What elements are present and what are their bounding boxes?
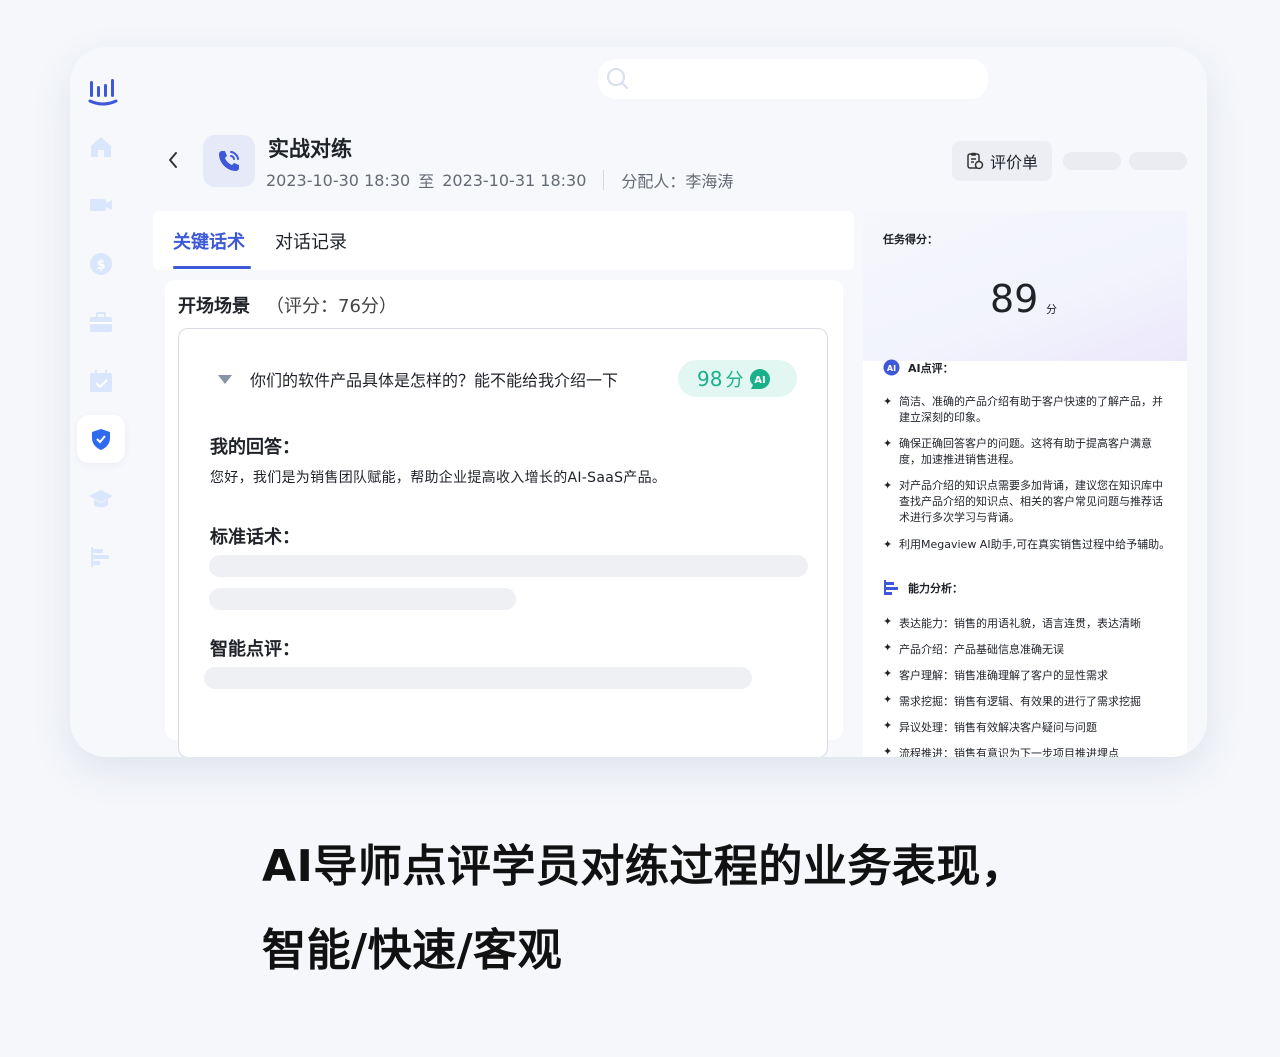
ai-bubble-icon: AI [750, 368, 771, 389]
tab-key-phrases[interactable]: 关键话术 [173, 228, 245, 254]
question-score: 98 [697, 366, 723, 391]
home-icon[interactable] [87, 133, 115, 161]
sidebar: $ [70, 47, 132, 757]
task-score-unit: 分 [1046, 303, 1057, 316]
phone-call-icon [203, 135, 255, 187]
scenario-section: 开场场景 （评分：76分） 你们的软件产品具体是怎样的？能不能给我介绍一下 98 … [165, 280, 843, 757]
caption-line-2: 智能/快速/客观 [262, 925, 563, 976]
smart-review-label: 智能点评： [210, 639, 300, 660]
ability-analysis-label: 能力分析： [908, 581, 963, 595]
briefcase-icon[interactable] [87, 308, 115, 336]
end-time: 2023-10-31 18:30 [442, 170, 587, 190]
ability-item: ✦ 客户理解：销售准确理解了客户的显性需求 [883, 667, 1108, 682]
logo-icon[interactable] [87, 75, 119, 107]
bar-chart-icon[interactable] [87, 543, 115, 571]
task-score: 89 [990, 277, 1039, 321]
ai-review-item: ✦ 简洁、准确的产品介绍有助于客户快速的了解产品，并建立深刻的印象。 [883, 395, 1163, 424]
ai-icon: AI [883, 359, 900, 376]
ai-review-item: ✦ 确保正确回答客户的问题。这将有助于提高客户满意度，加速推进销售进程。 [883, 437, 1152, 466]
active-tab-indicator [173, 266, 251, 269]
skeleton-line [204, 667, 752, 689]
divider [603, 170, 605, 190]
graduation-cap-icon[interactable] [87, 485, 115, 513]
scenario-score: （评分：76分） [266, 296, 397, 317]
svg-text:AI: AI [755, 375, 766, 386]
svg-text:$: $ [96, 258, 105, 273]
ability-item: ✦ 需求挖掘：销售有逻辑、有效果的进行了需求挖掘 [883, 693, 1141, 708]
question-score-badge: 98 分 AI [678, 360, 797, 397]
start-time: 2023-10-30 18:30 [266, 170, 411, 190]
scenario-name: 开场场景 [178, 296, 250, 317]
my-answer-label: 我的回答： [210, 437, 300, 458]
tab-dialogue-record[interactable]: 对话记录 [275, 228, 347, 254]
shield-check-icon[interactable] [77, 415, 125, 463]
dollar-icon[interactable]: $ [87, 250, 115, 278]
standard-phrase-label: 标准话术： [210, 527, 300, 548]
score-panel: 任务得分： 89 分 AI AI点评： ✦ 简洁、准确的产品介绍有助于客户快速的了… [863, 211, 1187, 757]
question-score-unit: 分 [725, 369, 744, 391]
video-icon[interactable] [87, 191, 115, 219]
scenario-title: 开场场景 （评分：76分） [178, 292, 397, 318]
caption-line-1: AI导师点评学员对练过程的业务表现， [262, 841, 1026, 892]
evaluation-sheet-button[interactable]: 评价单 [952, 141, 1052, 181]
skeleton-line [209, 555, 808, 577]
ability-item: ✦ 表达能力：销售的用语礼貌，语言连贯，表达清晰 [883, 615, 1141, 630]
task-meta: 2023-10-30 18:30 至 2023-10-31 18:30 分配人：… [266, 168, 733, 192]
time-separator: 至 [418, 172, 435, 191]
calendar-icon[interactable] [87, 367, 115, 395]
ai-review-header: AI AI点评： [883, 359, 954, 376]
search-icon [607, 68, 628, 89]
back-icon[interactable] [166, 150, 180, 170]
ability-item: ✦ 异议处理：销售有效解决客户疑问与问题 [883, 719, 1097, 734]
assignee: 分配人：李海涛 [621, 172, 734, 191]
question-card: 你们的软件产品具体是怎样的？能不能给我介绍一下 98 分 AI 我的回答： 您好… [178, 328, 828, 757]
ability-analysis-header: 能力分析： [883, 579, 963, 596]
placeholder-button[interactable] [1063, 152, 1121, 170]
placeholder-button[interactable] [1129, 152, 1187, 170]
my-answer-text: 您好，我们是为销售团队赋能，帮助企业提高收入增长的AI-SaaS产品。 [210, 470, 667, 486]
ability-item: ✦ 流程推进：销售有意识为下一步项目推进埋点 [883, 745, 1119, 757]
skeleton-line [209, 588, 516, 610]
score-header: 任务得分： 89 分 [863, 211, 1187, 361]
ai-review-item: ✦ 利用Megaview AI助手,可在真实销售过程中给予辅助。 [883, 538, 1171, 551]
ability-item: ✦ 产品介绍：产品基础信息准确无误 [883, 641, 1064, 656]
page-title: 实战对练 [268, 137, 352, 161]
search-input[interactable] [598, 59, 988, 99]
tab-bar: 关键话术 对话记录 [153, 211, 854, 270]
app-window: $ 实战对练 2023-10-30 18:30 至 2023-10-31 18:… [70, 47, 1207, 757]
evaluation-sheet-label: 评价单 [989, 153, 1038, 172]
task-score-label: 任务得分： [883, 233, 938, 246]
ai-review-label: AI点评： [908, 361, 954, 375]
svg-text:AI: AI [887, 364, 896, 373]
bar-chart-icon [884, 580, 898, 595]
clipboard-icon [967, 152, 984, 170]
ai-review-item: ✦ 对产品介绍的知识点需要多加背诵，建议您在知识库中查找产品介绍的知识点、相关的客… [883, 479, 1163, 524]
triangle-down-icon[interactable] [217, 373, 233, 385]
question-text: 你们的软件产品具体是怎样的？能不能给我介绍一下 [250, 371, 619, 390]
